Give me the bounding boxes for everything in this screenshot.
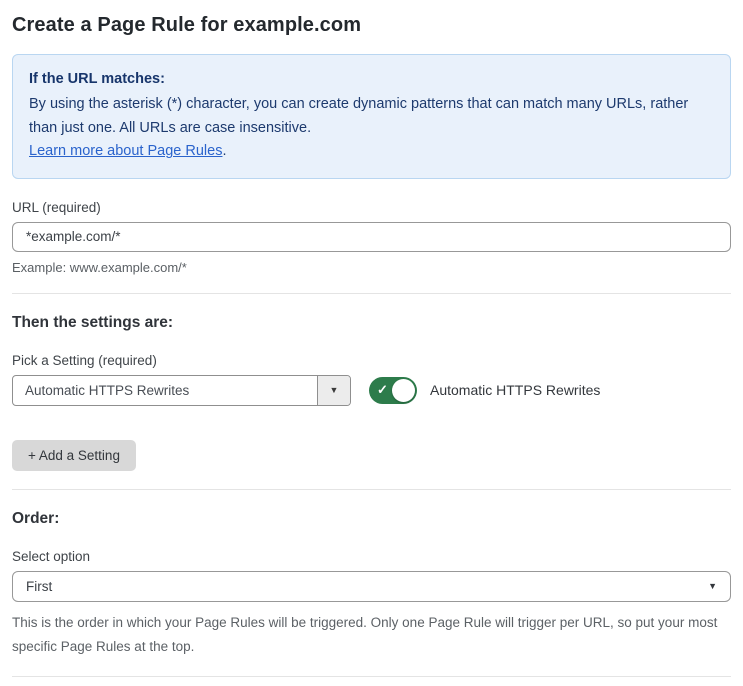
toggle-label: Automatic HTTPS Rewrites <box>430 382 601 399</box>
setting-dropdown[interactable]: Automatic HTTPS Rewrites ▼ <box>12 374 351 406</box>
add-setting-button[interactable]: + Add a Setting <box>12 439 136 471</box>
setting-row: Automatic HTTPS Rewrites ▼ ✓ Automatic H… <box>12 374 731 406</box>
order-select[interactable]: First <box>12 570 731 602</box>
create-page-rule-form: Create a Page Rule for example.com If th… <box>0 0 743 686</box>
order-select-wrap: First ▼ <box>12 570 731 602</box>
link-suffix: . <box>222 143 227 160</box>
info-box-link-line: Learn more about Page Rules. <box>29 140 714 163</box>
divider <box>12 292 731 294</box>
url-field-label: URL (required) <box>12 199 101 215</box>
https-rewrites-toggle[interactable]: ✓ <box>369 376 417 404</box>
pick-setting-label: Pick a Setting (required) <box>12 352 157 368</box>
url-example-text: Example: www.example.com/* <box>12 259 187 275</box>
order-heading: Order: <box>12 509 60 527</box>
select-option-label: Select option <box>12 548 91 564</box>
divider <box>12 676 731 678</box>
page-title: Create a Page Rule for example.com <box>12 14 362 36</box>
info-box-body: By using the asterisk (*) character, you… <box>29 96 689 136</box>
dropdown-caret-icon: ▼ <box>329 385 339 396</box>
url-matches-info-box: If the URL matches: By using the asteris… <box>12 54 731 179</box>
toggle-check-icon: ✓ <box>377 381 388 397</box>
settings-heading: Then the settings are: <box>12 313 174 331</box>
url-input[interactable] <box>12 221 731 252</box>
order-help-text: This is the order in which your Page Rul… <box>12 614 718 654</box>
setting-dropdown-button[interactable]: ▼ <box>317 375 350 405</box>
learn-more-link[interactable]: Learn more about Page Rules <box>29 143 222 159</box>
setting-dropdown-value: Automatic HTTPS Rewrites <box>25 382 190 398</box>
toggle-knob <box>392 378 415 402</box>
info-box-heading: If the URL matches: <box>29 71 165 87</box>
divider <box>12 488 731 490</box>
